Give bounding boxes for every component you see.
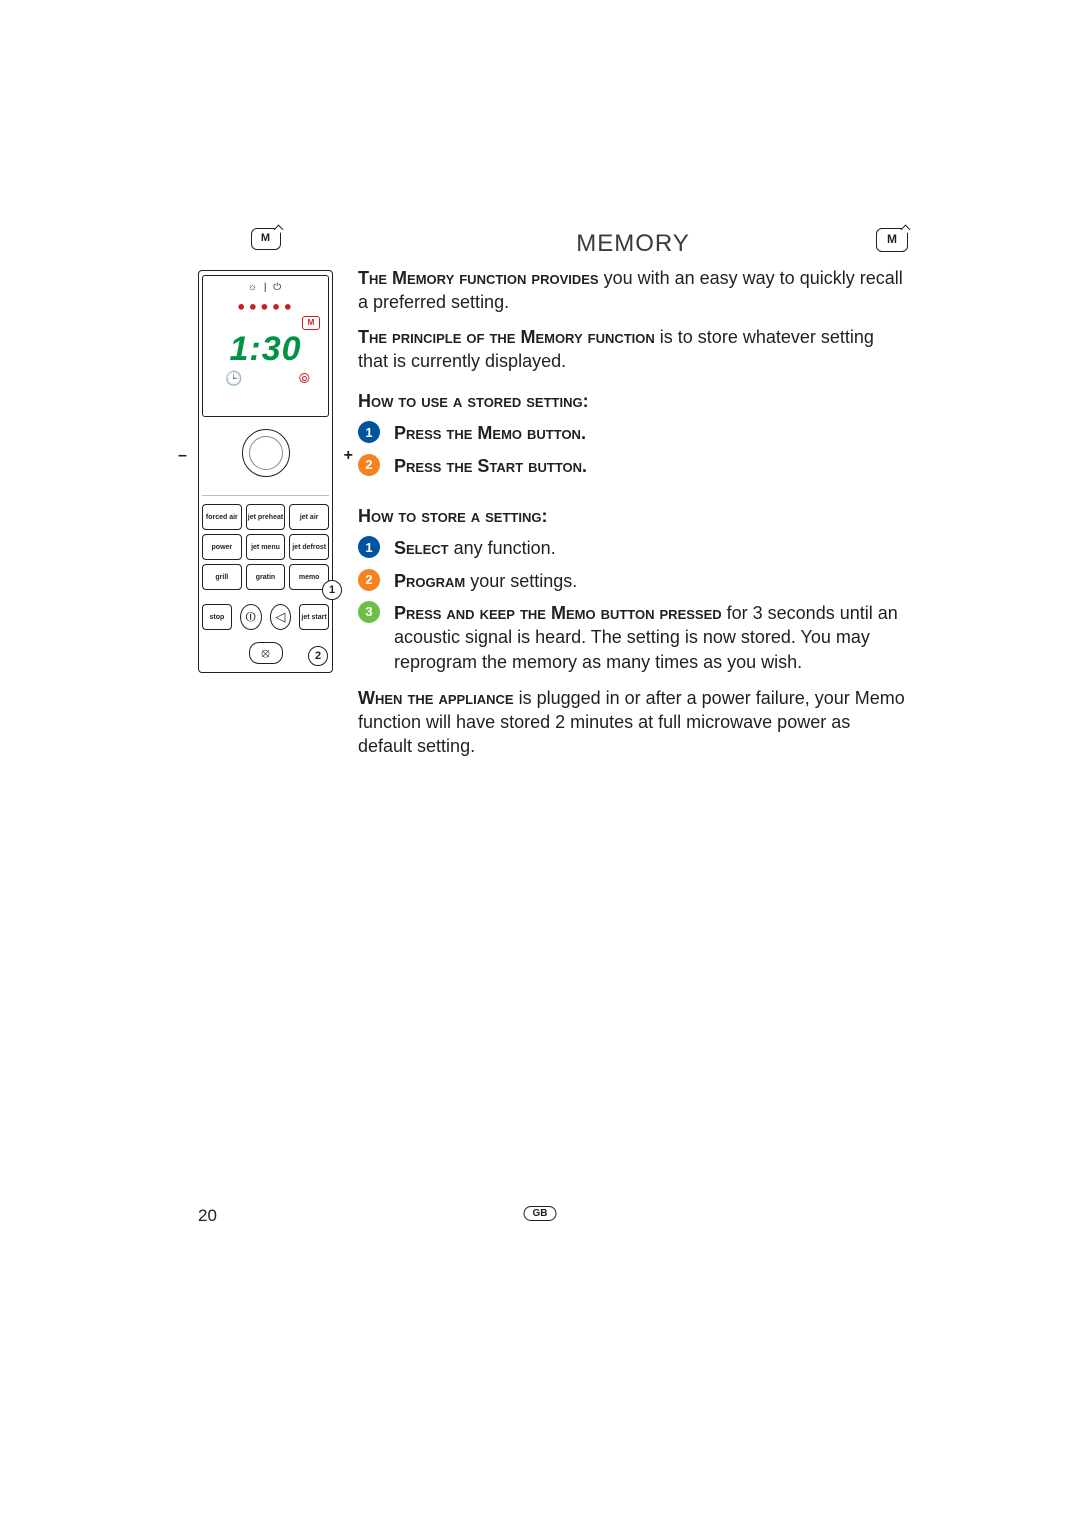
microwave-icon: ⦾ — [299, 370, 310, 387]
step-badge-1: 1 — [358, 421, 380, 443]
btn-jet-preheat: jet preheat — [246, 504, 286, 530]
memo-icon: M — [876, 228, 908, 252]
control-panel: ☼ | ⏻ ••••• M 1:30 🕒 ⦾ – + forced air je… — [198, 270, 333, 673]
display-time: 1:30 — [203, 330, 328, 369]
panel-callout-2: 2 — [308, 646, 328, 666]
display-memo-indicator: M — [302, 316, 320, 330]
display-power-dots: ••••• — [203, 298, 328, 317]
control-panel-illustration: M ☼ | ⏻ ••••• M 1:30 🕒 ⦾ – + forced air … — [198, 228, 333, 673]
btn-pause: ⏼ — [240, 604, 262, 630]
page-title: MEMORY — [358, 228, 908, 260]
clock-icon: 🕒 — [225, 370, 242, 387]
btn-stop: stop — [202, 604, 232, 630]
rotary-dial — [242, 429, 290, 477]
language-badge: GB — [524, 1206, 557, 1221]
memo-icon: M — [251, 228, 281, 250]
btn-power: power — [202, 534, 242, 560]
step-badge-2: 2 — [358, 454, 380, 476]
dial-minus-icon: – — [178, 447, 187, 465]
btn-start: ◁ — [270, 604, 292, 630]
btn-gratin: gratin — [246, 564, 286, 590]
content-column: MEMORY M The Memory function provides yo… — [358, 228, 908, 769]
btn-jet-menu: jet menu — [246, 534, 286, 560]
use-step-2: 2 Press the Start button. — [358, 454, 908, 478]
store-step-1: 1 Select any function. — [358, 536, 908, 560]
btn-grill: grill — [202, 564, 242, 590]
btn-forced-air: forced air — [202, 504, 242, 530]
step-badge-2: 2 — [358, 569, 380, 591]
display-top-icons: ☼ | ⏻ — [203, 282, 328, 293]
dial-plus-icon: + — [344, 447, 353, 465]
panel-display: ☼ | ⏻ ••••• M 1:30 🕒 ⦾ — [202, 275, 329, 417]
bottom-button-row: stop ⏼ ◁ jet start — [202, 604, 329, 630]
use-step-1: 1 Press the Memo button. — [358, 421, 908, 445]
step-badge-1: 1 — [358, 536, 380, 558]
btn-jet-air: jet air — [289, 504, 329, 530]
page-number: 20 — [198, 1206, 217, 1226]
intro-paragraph-2: The principle of the Memory function is … — [358, 325, 908, 374]
btn-jet-defrost: jet defrost — [289, 534, 329, 560]
store-step-3: 3 Press and keep the Memo button pressed… — [358, 601, 908, 674]
intro-paragraph-1: The Memory function provides you with an… — [358, 266, 908, 315]
heading-store-setting: How to store a setting: — [358, 504, 908, 528]
btn-jet-start: jet start — [299, 604, 329, 630]
final-paragraph: When the appliance is plugged in or afte… — [358, 686, 908, 759]
heading-use-stored: How to use a stored setting: — [358, 389, 908, 413]
function-button-grid: forced air jet preheat jet air power jet… — [202, 495, 329, 590]
door-open-button: ⦻ — [249, 642, 283, 664]
panel-callout-1: 1 — [322, 580, 342, 600]
store-step-2: 2 Program your settings. — [358, 569, 908, 593]
step-badge-3: 3 — [358, 601, 380, 623]
